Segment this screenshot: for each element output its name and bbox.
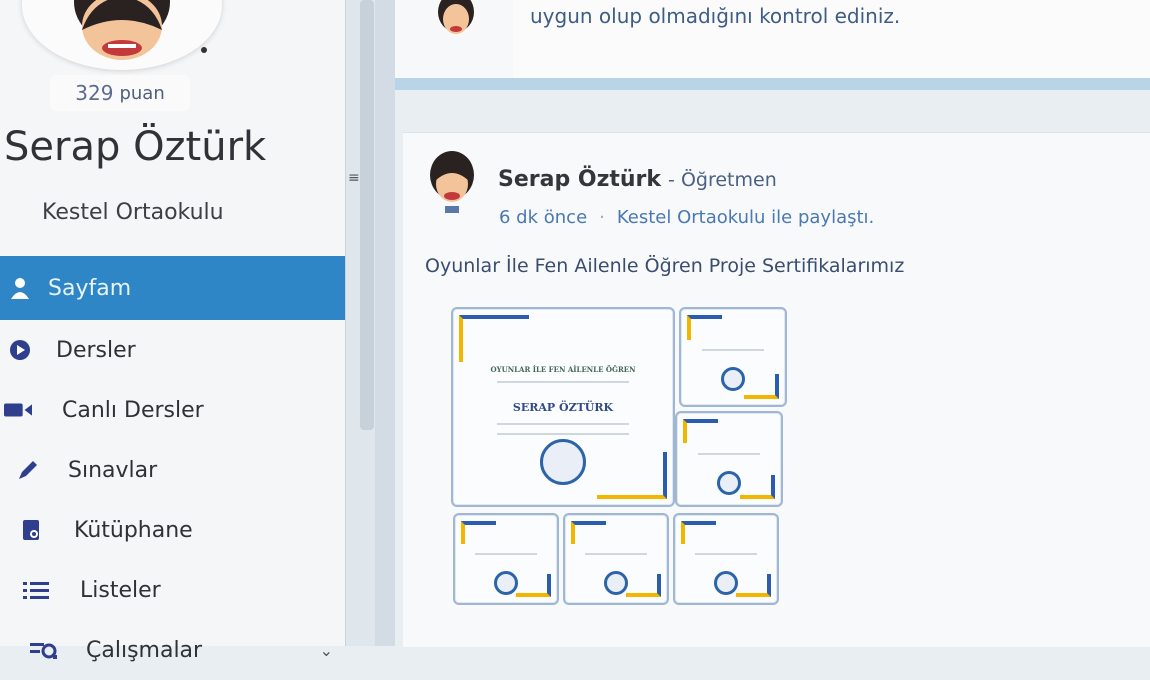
cert-corner-decoration xyxy=(459,315,529,363)
cert-corner-decoration xyxy=(683,419,719,444)
cert-corner-decoration xyxy=(743,373,779,399)
cert-line xyxy=(497,381,629,383)
school-name: Kestel Ortaokulu xyxy=(42,200,224,225)
feed-gutter xyxy=(375,0,395,646)
sidebar-item-sinavlar[interactable]: Sınavlar xyxy=(0,440,345,500)
post-time[interactable]: 6 dk önce xyxy=(499,207,587,228)
sidebar-item-label: Sınavlar xyxy=(68,457,158,483)
cert-corner-decoration xyxy=(681,521,716,545)
chevron-down-icon[interactable]: ⌄ xyxy=(320,641,333,660)
sidebar-item-kutuphane[interactable]: Kütüphane xyxy=(0,500,345,560)
cert-line xyxy=(695,553,757,555)
cert-seal-icon xyxy=(494,571,518,595)
video-camera-icon xyxy=(4,399,32,421)
post-author-avatar[interactable] xyxy=(425,151,479,213)
sidebar-divider: ≡ xyxy=(345,0,376,646)
certificate-image-thumb[interactable] xyxy=(675,411,783,507)
play-circle-icon xyxy=(6,339,34,361)
post-text: Oyunlar İle Fen Ailenle Öğren Proje Sert… xyxy=(425,255,905,277)
cert-line xyxy=(701,349,765,351)
previous-post-avatar[interactable] xyxy=(431,0,481,42)
profile-avatar[interactable] xyxy=(22,0,222,70)
cert-seal-icon xyxy=(717,471,741,495)
sidebar-item-label: Sayfam xyxy=(48,275,132,301)
certificate-image-thumb[interactable] xyxy=(563,513,669,605)
sidebar-item-canli-dersler[interactable]: Canlı Dersler xyxy=(0,380,345,440)
list-icon xyxy=(22,579,50,601)
library-icon xyxy=(18,519,46,541)
previous-post-card: uygun olup olmadığını kontrol ediniz. xyxy=(395,0,1150,90)
cert-corner-decoration xyxy=(687,315,723,341)
cert-line xyxy=(497,433,629,435)
cert-corner-decoration xyxy=(461,521,496,545)
works-icon xyxy=(30,639,58,661)
post-meta: 6 dk önce · Kestel Ortaokulu ile paylaştı. xyxy=(499,207,874,228)
cert-corner-decoration xyxy=(739,474,775,499)
cert-line xyxy=(585,553,647,555)
sidebar-scrollbar[interactable] xyxy=(360,0,374,430)
sidebar-item-listeler[interactable]: Listeler xyxy=(0,560,345,620)
post-author-name[interactable]: Serap Öztürk xyxy=(498,167,661,192)
menu-toggle-icon[interactable]: ≡ xyxy=(348,170,360,186)
certificate-image-thumb[interactable] xyxy=(679,307,787,407)
sidebar-item-sayfam[interactable]: Sayfam xyxy=(0,256,345,320)
meta-separator: · xyxy=(599,207,605,228)
previous-post-text: uygun olup olmadığını kontrol ediniz. xyxy=(530,4,901,28)
certificate-image-thumb[interactable] xyxy=(453,513,559,605)
certificate-image-main[interactable]: OYUNLAR İLE FEN AİLENLE ÖĞREN SERAP ÖZTÜ… xyxy=(451,307,675,507)
sidebar-item-dersler[interactable]: Dersler xyxy=(0,320,345,380)
sidebar-item-label: Çalışmalar xyxy=(86,637,203,663)
post-author-role: - Öğretmen xyxy=(668,169,777,191)
cert-corner-decoration xyxy=(736,573,771,597)
sidebar-item-label: Dersler xyxy=(56,337,136,363)
post-card: Serap Öztürk - Öğretmen 6 dk önce · Kestel… xyxy=(403,132,1150,647)
cert-line xyxy=(697,453,761,455)
cert-seal-icon xyxy=(540,439,586,485)
user-icon xyxy=(6,277,34,299)
cert-corner-decoration xyxy=(571,521,606,545)
post-author: Serap Öztürk - Öğretmen xyxy=(498,167,777,192)
sidebar-item-label: Listeler xyxy=(80,577,161,603)
cert-corner-decoration xyxy=(516,573,551,597)
points-value: 329 xyxy=(75,81,114,105)
points-badge: 329 puan xyxy=(50,75,190,111)
user-name: Serap Öztürk xyxy=(4,124,267,170)
sidebar-menu: Sayfam Dersler Canlı Dersler Sınavlar Kü… xyxy=(0,256,345,680)
sidebar-item-label: Canlı Dersler xyxy=(62,397,204,423)
cert-line xyxy=(475,553,537,555)
points-unit: puan xyxy=(119,82,165,104)
post-shared-with[interactable]: Kestel Ortaokulu ile paylaştı. xyxy=(617,207,874,228)
cert-title: OYUNLAR İLE FEN AİLENLE ÖĞREN xyxy=(490,365,636,374)
cert-corner-decoration xyxy=(597,451,667,499)
cert-line xyxy=(497,423,629,425)
cert-seal-icon xyxy=(604,571,628,595)
cert-recipient: SERAP ÖZTÜRK xyxy=(512,401,614,414)
sidebar: 329 puan Serap Öztürk Kestel Ortaokulu S… xyxy=(0,0,345,663)
pencil-icon xyxy=(14,459,42,481)
sidebar-item-calismalar[interactable]: Çalışmalar ⌄ xyxy=(0,620,345,680)
cert-corner-decoration xyxy=(626,573,661,597)
cert-seal-icon xyxy=(714,571,738,595)
cert-seal-icon xyxy=(721,367,745,391)
sidebar-item-label: Kütüphane xyxy=(74,517,193,543)
certificate-image-thumb[interactable] xyxy=(673,513,779,605)
